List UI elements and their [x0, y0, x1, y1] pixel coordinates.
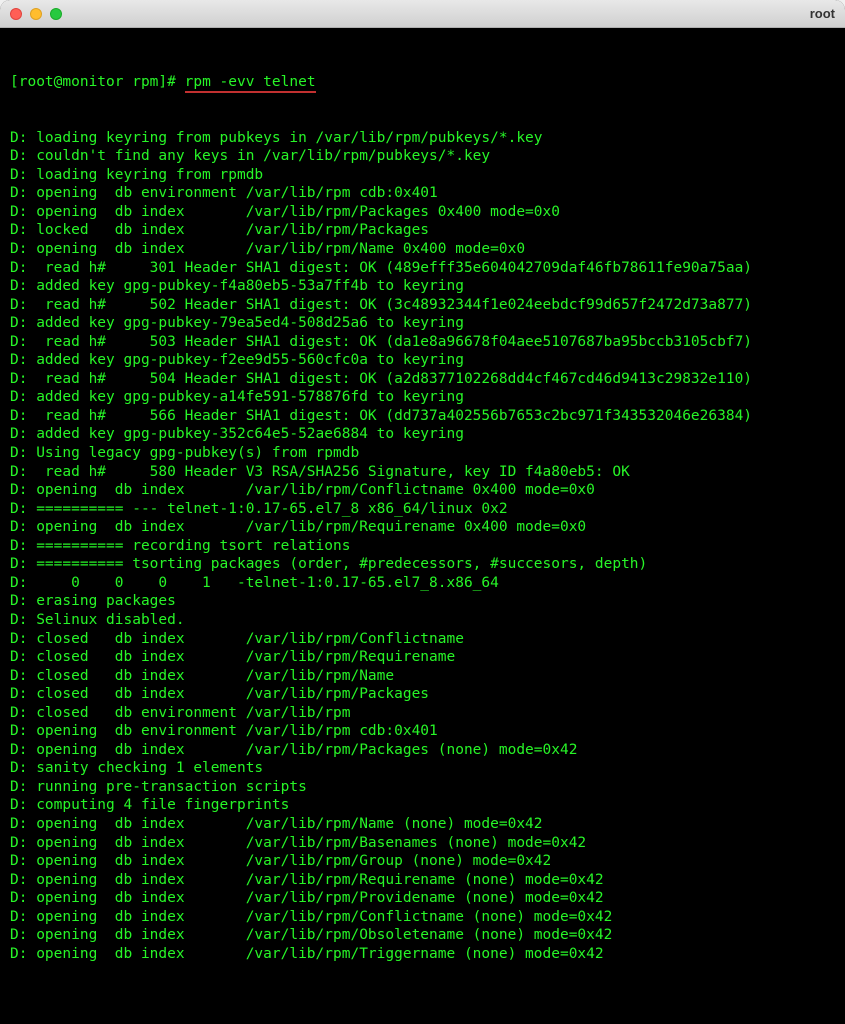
- output-line: D: opening db index /var/lib/rpm/Trigger…: [10, 945, 835, 964]
- output-line: D: read h# 504 Header SHA1 digest: OK (a…: [10, 370, 835, 389]
- prompt-line: [root@monitor rpm]# rpm -evv telnet: [10, 73, 835, 92]
- output-line: D: read h# 580 Header V3 RSA/SHA256 Sign…: [10, 463, 835, 482]
- minimize-icon[interactable]: [30, 8, 42, 20]
- output-line: D: opening db environment /var/lib/rpm c…: [10, 722, 835, 741]
- output-line: D: couldn't find any keys in /var/lib/rp…: [10, 147, 835, 166]
- window-title: root: [810, 6, 835, 21]
- output-line: D: closed db index /var/lib/rpm/Conflict…: [10, 630, 835, 649]
- maximize-icon[interactable]: [50, 8, 62, 20]
- output-line: D: locked db index /var/lib/rpm/Packages: [10, 221, 835, 240]
- output-line: D: opening db index /var/lib/rpm/Obsolet…: [10, 926, 835, 945]
- titlebar[interactable]: root: [0, 0, 845, 28]
- output-line: D: computing 4 file fingerprints: [10, 796, 835, 815]
- output-line: D: running pre-transaction scripts: [10, 778, 835, 797]
- output-line: D: opening db index /var/lib/rpm/Group (…: [10, 852, 835, 871]
- output-line: D: added key gpg-pubkey-a14fe591-578876f…: [10, 388, 835, 407]
- output-line: D: opening db index /var/lib/rpm/Conflic…: [10, 908, 835, 927]
- output-line: D: opening db index /var/lib/rpm/Package…: [10, 741, 835, 760]
- output-line: D: loading keyring from pubkeys in /var/…: [10, 129, 835, 148]
- output-line: D: read h# 301 Header SHA1 digest: OK (4…: [10, 259, 835, 278]
- output-line: D: opening db index /var/lib/rpm/Package…: [10, 203, 835, 222]
- output-line: D: opening db index /var/lib/rpm/Basenam…: [10, 834, 835, 853]
- output-line: D: 0 0 0 1 -telnet-1:0.17-65.el7_8.x86_6…: [10, 574, 835, 593]
- output-line: D: opening db index /var/lib/rpm/Require…: [10, 871, 835, 890]
- window-controls: [10, 8, 62, 20]
- output-line: D: opening db index /var/lib/rpm/Provide…: [10, 889, 835, 908]
- output-line: D: ========== --- telnet-1:0.17-65.el7_8…: [10, 500, 835, 519]
- output-line: D: added key gpg-pubkey-352c64e5-52ae688…: [10, 425, 835, 444]
- output-line: D: read h# 502 Header SHA1 digest: OK (3…: [10, 296, 835, 315]
- output-line: D: closed db environment /var/lib/rpm: [10, 704, 835, 723]
- output-line: D: loading keyring from rpmdb: [10, 166, 835, 185]
- terminal-output: D: loading keyring from pubkeys in /var/…: [10, 129, 835, 964]
- output-line: D: added key gpg-pubkey-f4a80eb5-53a7ff4…: [10, 277, 835, 296]
- terminal-window: root [root@monitor rpm]# rpm -evv telnet…: [0, 0, 845, 1024]
- close-icon[interactable]: [10, 8, 22, 20]
- output-line: D: opening db index /var/lib/rpm/Name 0x…: [10, 240, 835, 259]
- output-line: D: sanity checking 1 elements: [10, 759, 835, 778]
- output-line: D: opening db index /var/lib/rpm/Require…: [10, 518, 835, 537]
- output-line: D: closed db index /var/lib/rpm/Packages: [10, 685, 835, 704]
- output-line: D: Selinux disabled.: [10, 611, 835, 630]
- terminal-body[interactable]: [root@monitor rpm]# rpm -evv telnet D: l…: [0, 28, 845, 1024]
- output-line: D: ========== recording tsort relations: [10, 537, 835, 556]
- output-line: D: erasing packages: [10, 592, 835, 611]
- output-line: D: opening db environment /var/lib/rpm c…: [10, 184, 835, 203]
- output-line: D: added key gpg-pubkey-79ea5ed4-508d25a…: [10, 314, 835, 333]
- output-line: D: closed db index /var/lib/rpm/Requiren…: [10, 648, 835, 667]
- output-line: D: opening db index /var/lib/rpm/Name (n…: [10, 815, 835, 834]
- output-line: D: read h# 566 Header SHA1 digest: OK (d…: [10, 407, 835, 426]
- output-line: D: opening db index /var/lib/rpm/Conflic…: [10, 481, 835, 500]
- output-line: D: ========== tsorting packages (order, …: [10, 555, 835, 574]
- output-line: D: added key gpg-pubkey-f2ee9d55-560cfc0…: [10, 351, 835, 370]
- command-text: rpm -evv telnet: [185, 74, 316, 93]
- prompt: [root@monitor rpm]#: [10, 74, 176, 90]
- output-line: D: closed db index /var/lib/rpm/Name: [10, 667, 835, 686]
- output-line: D: read h# 503 Header SHA1 digest: OK (d…: [10, 333, 835, 352]
- output-line: D: Using legacy gpg-pubkey(s) from rpmdb: [10, 444, 835, 463]
